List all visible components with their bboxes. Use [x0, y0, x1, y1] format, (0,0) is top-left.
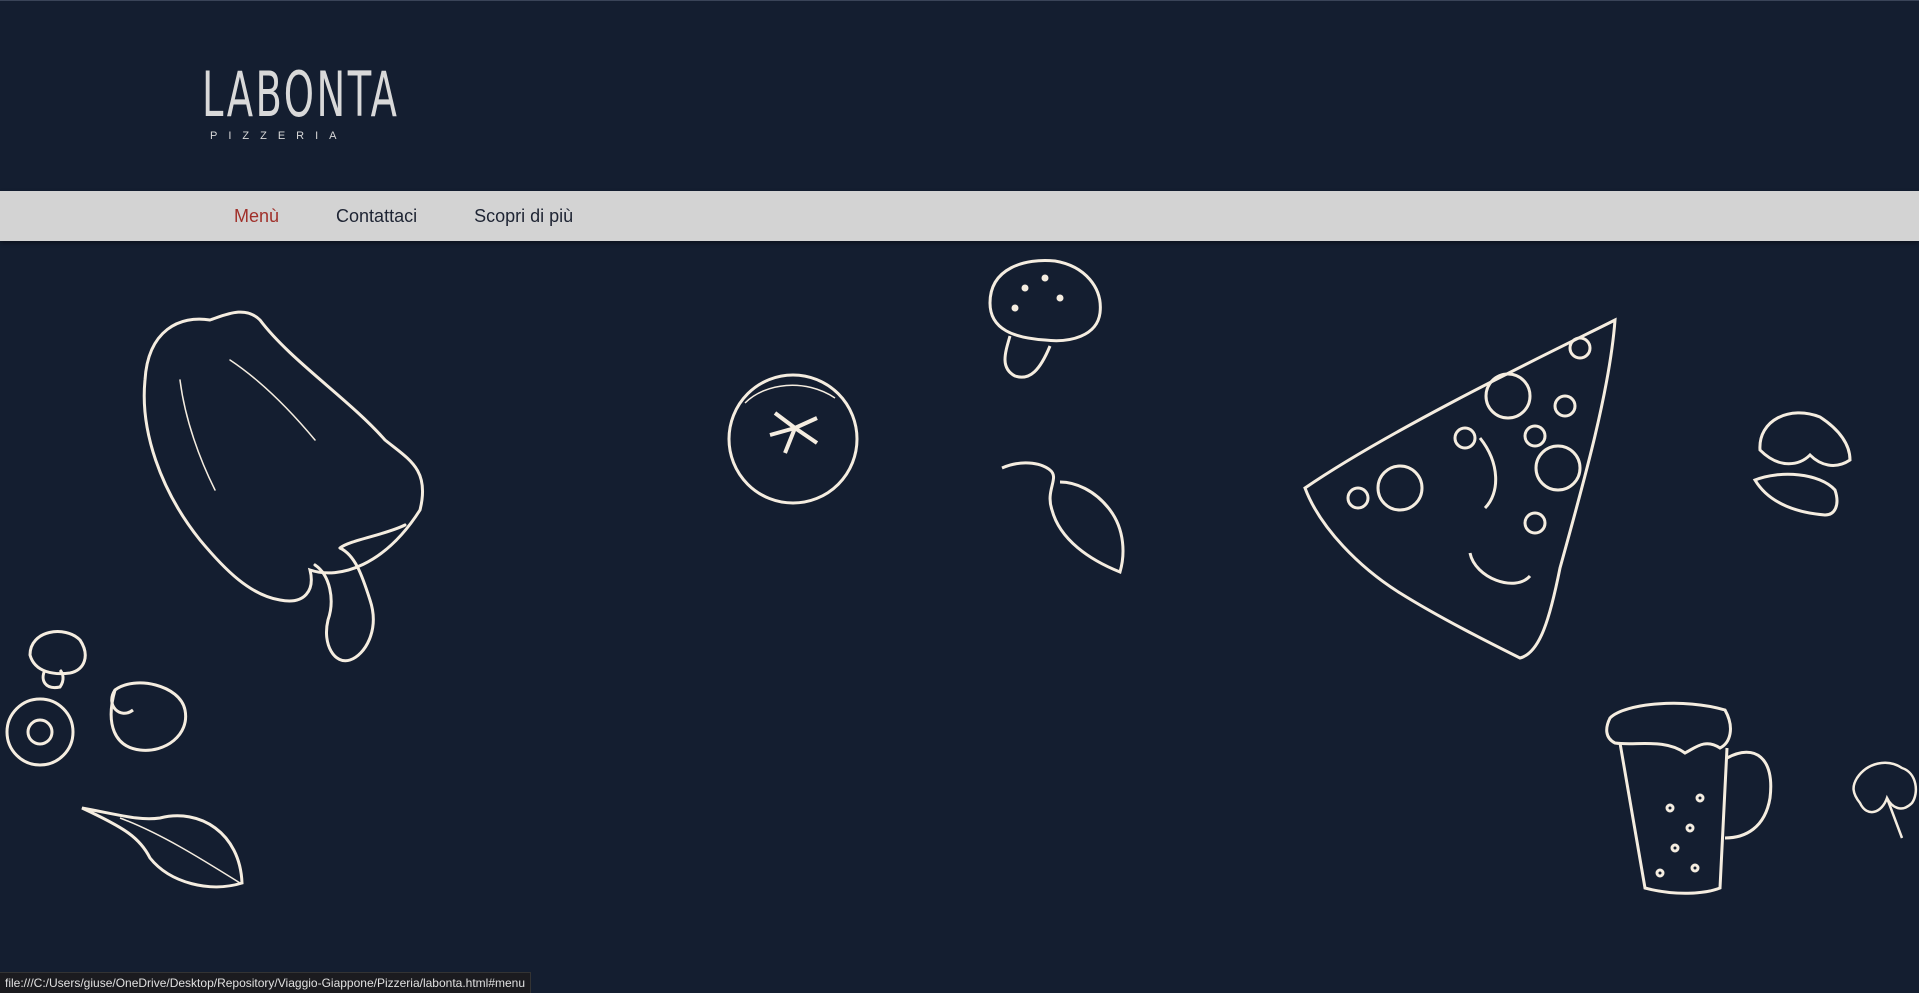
- nav-item-contattaci[interactable]: Contattaci: [336, 206, 417, 227]
- site-header: LABONTA PIZZERIA: [0, 0, 1919, 191]
- main-nav: Menù Contattaci Scopri di più: [0, 191, 1919, 241]
- logo[interactable]: LABONTA PIZZERIA: [190, 56, 490, 156]
- nav-item-scopri[interactable]: Scopri di più: [474, 206, 573, 227]
- pizza-slice-icon: [1300, 317, 1620, 668]
- chili-pepper-icon: [1000, 460, 1130, 580]
- mushrooms-icon: [5, 625, 190, 780]
- garlic-icon: [1750, 405, 1855, 525]
- beer-mug-icon: [1605, 698, 1775, 903]
- basil-leaf-icon: [80, 803, 245, 900]
- mushroom-icon: [985, 258, 1105, 388]
- tomato-icon: [725, 373, 865, 513]
- logo-title: LABONTA: [202, 58, 400, 131]
- parsley-icon: [1852, 758, 1919, 845]
- bell-pepper-icon: [140, 300, 440, 675]
- nav-item-menu[interactable]: Menù: [234, 206, 279, 227]
- logo-subtitle: PIZZERIA: [210, 130, 348, 142]
- status-bar-url: file:///C:/Users/giuse/OneDrive/Desktop/…: [0, 972, 532, 993]
